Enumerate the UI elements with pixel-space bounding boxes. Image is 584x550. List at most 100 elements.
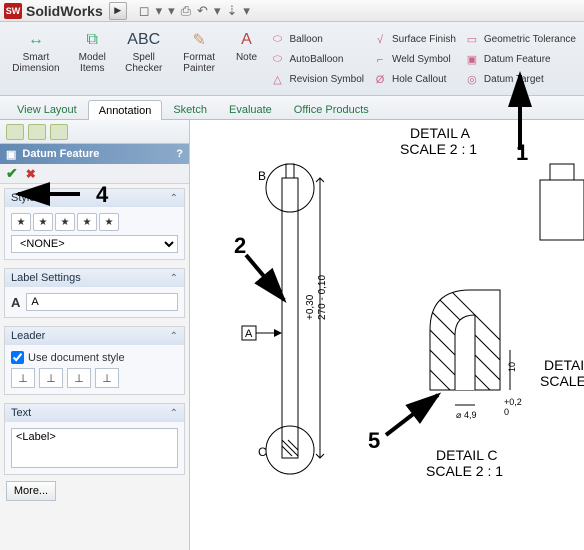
weld-symbol-button[interactable]: ⌐ Weld Symbol (370, 51, 458, 69)
datum-target-button[interactable]: ◎Datum Target (462, 71, 578, 89)
more-button[interactable]: More... (6, 481, 56, 501)
svg-text:⌀: ⌀ (456, 410, 462, 420)
property-manager-title-text: Datum Feature (22, 148, 99, 160)
revision-symbol-label: Revision Symbol (290, 74, 364, 85)
hole-callout-icon: Ø (372, 72, 388, 88)
note-label: Note (236, 52, 257, 63)
callout-4: 4 (96, 182, 108, 208)
help-icon[interactable]: ? (176, 148, 183, 160)
geometric-tolerance-label: Geometric Tolerance (484, 34, 576, 45)
save-icon[interactable]: ▾ (168, 3, 175, 19)
style-apply-icon[interactable]: ★ (11, 213, 31, 231)
note-button[interactable]: A Note (230, 26, 264, 93)
style-select[interactable]: <NONE> (11, 235, 178, 253)
callout-2: 2 (234, 233, 246, 259)
datum-feature-icon: ▣ (6, 148, 16, 161)
tab-office-products[interactable]: Office Products (283, 99, 380, 119)
tab-annotation[interactable]: Annotation (88, 100, 163, 120)
cancel-button[interactable]: ✖ (26, 167, 36, 181)
leader-header[interactable]: Leader⌃ (5, 327, 184, 345)
auto-balloon-label: AutoBalloon (290, 54, 344, 65)
menu-dropdown-button[interactable]: ▶ (109, 2, 127, 20)
ok-cancel-row: ✔ ✖ (0, 164, 189, 184)
surface-finish-icon: √ (372, 32, 388, 48)
format-painter-icon: ✎ (187, 28, 211, 52)
undo-icon[interactable]: ↶ (197, 3, 208, 19)
svg-text:+0,2: +0,2 (504, 397, 522, 407)
app-title: SolidWorks (26, 3, 103, 19)
svg-text:A: A (245, 328, 253, 340)
format-painter-label: Format Painter (177, 52, 222, 74)
rebuild-icon[interactable]: ⇣ (226, 3, 237, 19)
style-load-icon[interactable]: ★ (99, 213, 119, 231)
leader-style-3-icon[interactable]: ⊥ (67, 368, 91, 388)
datum-feature-button[interactable]: ▣Datum Feature (462, 51, 578, 69)
feature-manager-tab-icon[interactable] (6, 124, 24, 140)
leader-style-buttons: ⊥ ⊥ ⊥ ⊥ (11, 368, 178, 388)
label-input[interactable] (26, 293, 178, 311)
ok-button[interactable]: ✔ (6, 165, 18, 182)
label-settings-header[interactable]: Label Settings⌃ (5, 269, 184, 287)
style-delete-icon[interactable]: ★ (55, 213, 75, 231)
hole-callout-button[interactable]: Ø Hole Callout (370, 71, 458, 89)
use-document-style-checkbox[interactable] (11, 351, 24, 364)
geometric-tolerance-button[interactable]: ▭ Geometric Tolerance (462, 31, 578, 49)
options-icon[interactable]: ▾ (243, 3, 250, 19)
leader-style-4-icon[interactable]: ⊥ (95, 368, 119, 388)
smart-dimension-label: Smart Dimension (10, 52, 62, 74)
leader-group: Leader⌃ Use document style ⊥ ⊥ ⊥ ⊥ (4, 326, 185, 395)
smart-dimension-button[interactable]: ↔ Smart Dimension (6, 26, 66, 93)
label-settings-group: Label Settings⌃ A (4, 268, 185, 318)
leader-style-1-icon[interactable]: ⊥ (11, 368, 35, 388)
configuration-manager-tab-icon[interactable] (50, 124, 68, 140)
svg-text:DETAIL A: DETAIL A (410, 125, 471, 141)
svg-text:DETAIL C: DETAIL C (436, 447, 497, 463)
solidworks-logo-icon: SW (4, 3, 22, 19)
chevron-up-icon: ⌃ (170, 331, 178, 342)
weld-symbol-icon: ⌐ (372, 52, 388, 68)
text-header[interactable]: Text⌃ (5, 404, 184, 422)
svg-text:DETAIL: DETAIL (544, 357, 584, 373)
style-add-icon[interactable]: ★ (33, 213, 53, 231)
new-doc-icon[interactable]: ◻ (139, 3, 150, 19)
auto-balloon-button[interactable]: ⬭AutoBalloon (268, 51, 366, 69)
use-document-style-label: Use document style (28, 352, 125, 364)
balloon-icon: ⬭ (270, 32, 286, 48)
left-panel: ▣ Datum Feature ? ✔ ✖ Style⌃ ★ ★ ★ ★ ★ <… (0, 120, 190, 550)
weld-symbol-label: Weld Symbol (392, 54, 451, 65)
model-items-button[interactable]: ⧉ Model Items (70, 26, 115, 93)
drawing-canvas[interactable]: DETAIL A SCALE 2 : 1 B C 270 - 0,10 (190, 120, 584, 550)
property-manager-tab-icon[interactable] (28, 124, 46, 140)
revision-symbol-icon: △ (270, 72, 286, 88)
surface-finish-button[interactable]: √Surface Finish (370, 31, 458, 49)
format-painter-button[interactable]: ✎ Format Painter (173, 26, 226, 93)
chevron-up-icon: ⌃ (170, 193, 178, 204)
tab-evaluate[interactable]: Evaluate (218, 99, 283, 119)
svg-text:+0,30: +0,30 (305, 294, 316, 320)
hole-callout-label: Hole Callout (392, 74, 446, 85)
tab-sketch[interactable]: Sketch (162, 99, 218, 119)
svg-text:270 - 0,10: 270 - 0,10 (317, 275, 328, 320)
leader-style-2-icon[interactable]: ⊥ (39, 368, 63, 388)
svg-text:C: C (258, 445, 267, 459)
print-icon[interactable]: ⎙ (181, 3, 191, 19)
quick-access-toolbar: ◻ ▾ ▾ ⎙ ↶ ▾ ⇣ ▾ (139, 3, 250, 19)
tab-view-layout[interactable]: View Layout (6, 99, 88, 119)
model-items-icon: ⧉ (80, 28, 104, 52)
style-group: Style⌃ ★ ★ ★ ★ ★ <NONE> (4, 188, 185, 260)
property-manager-title: ▣ Datum Feature ? (0, 144, 189, 164)
geometric-tolerance-icon: ▭ (464, 32, 480, 48)
style-group-header[interactable]: Style⌃ (5, 189, 184, 207)
drawing-svg: DETAIL A SCALE 2 : 1 B C 270 - 0,10 (190, 120, 584, 550)
spell-checker-button[interactable]: ABC Spell Checker (119, 26, 169, 93)
chevron-up-icon: ⌃ (170, 273, 178, 284)
revision-symbol-button[interactable]: △ Revision Symbol (268, 71, 366, 89)
text-input[interactable]: <Label> (11, 428, 178, 468)
style-save-icon[interactable]: ★ (77, 213, 97, 231)
label-icon: A (11, 295, 20, 310)
svg-text:SCALE 2 : 1: SCALE 2 : 1 (400, 141, 477, 157)
select-icon[interactable]: ▾ (214, 3, 221, 19)
callout-1: 1 (516, 140, 528, 166)
open-icon[interactable]: ▾ (156, 3, 163, 19)
balloon-button[interactable]: ⬭Balloon (268, 31, 366, 49)
